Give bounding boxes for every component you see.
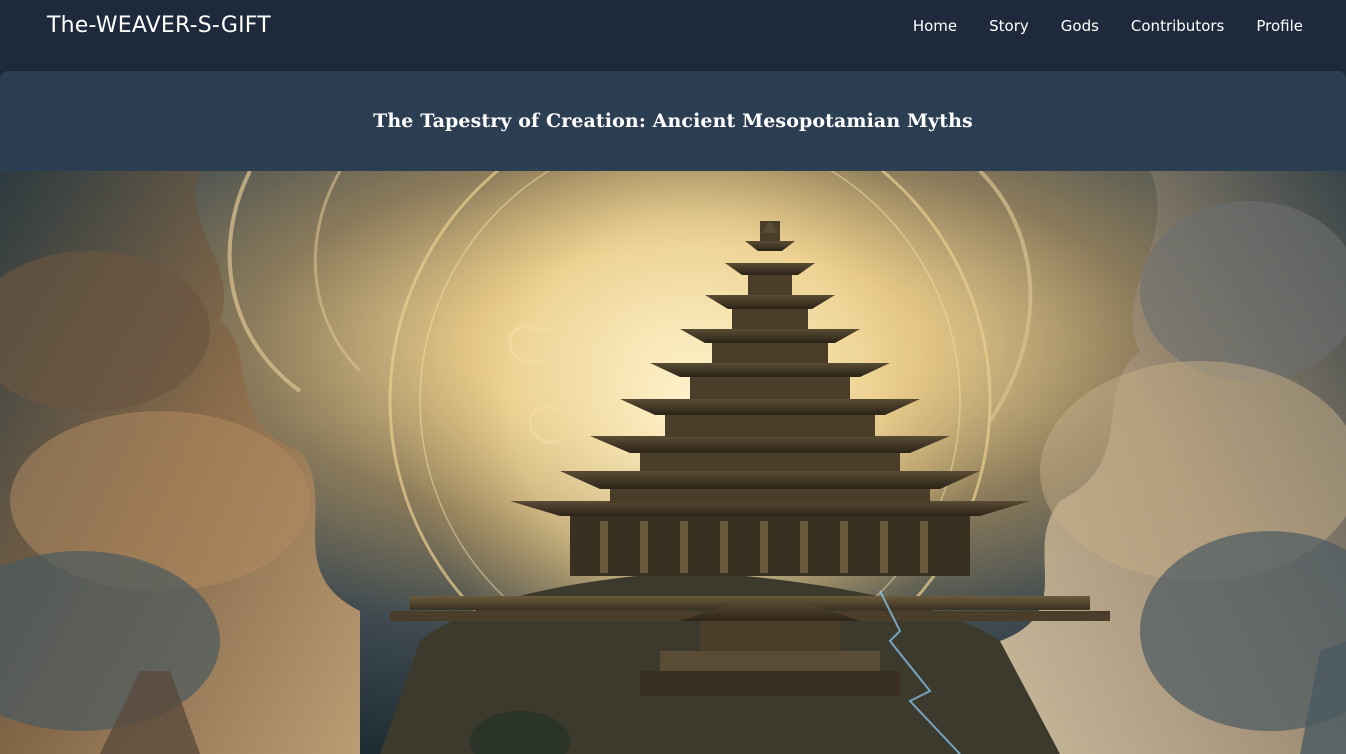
nav-link-contributors[interactable]: Contributors: [1131, 17, 1224, 35]
nav-link-home[interactable]: Home: [913, 17, 957, 35]
site-brand[interactable]: The-WEAVER-S-GIFT: [47, 13, 271, 38]
hero-image: [0, 171, 1346, 754]
top-navbar: The-WEAVER-S-GIFT Home Story Gods Contri…: [0, 0, 1346, 70]
nav-link-profile[interactable]: Profile: [1256, 17, 1303, 35]
page-title-card: The Tapestry of Creation: Ancient Mesopo…: [0, 71, 1346, 171]
nav-link-story[interactable]: Story: [989, 17, 1029, 35]
page-title: The Tapestry of Creation: Ancient Mesopo…: [373, 110, 973, 132]
temple-illustration: [0, 171, 1346, 754]
nav-links: Home Story Gods Contributors Profile: [881, 17, 1303, 35]
nav-link-gods[interactable]: Gods: [1061, 17, 1099, 35]
